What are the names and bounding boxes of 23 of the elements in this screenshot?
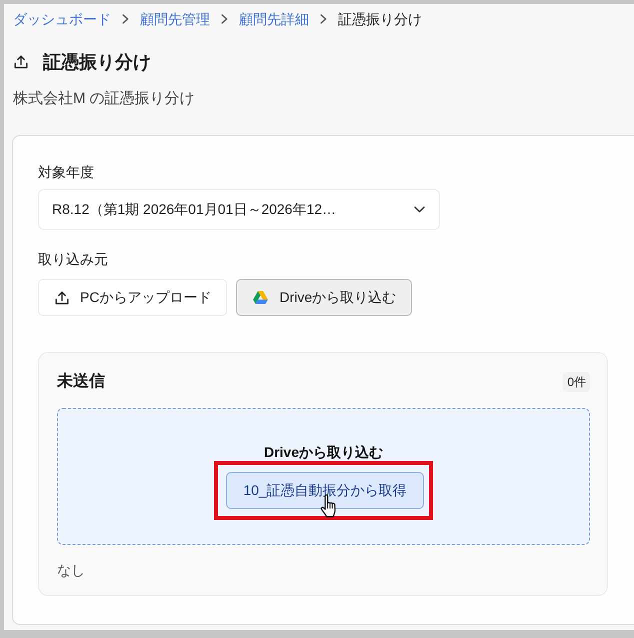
- empty-message: なし: [57, 561, 86, 580]
- triangle-logo-icon: [253, 291, 268, 304]
- field-label: 対象年度: [38, 163, 95, 182]
- panel-title: 未送信: [57, 372, 105, 392]
- breadcrumb-link[interactable]: 顧問先管理: [140, 9, 210, 29]
- drop-zone-title: Driveから取り込む: [264, 443, 384, 461]
- field-label: 取り込み元: [38, 250, 109, 269]
- page-subtitle: 株式会社M の証憑振り分け: [13, 89, 196, 109]
- fetch-button[interactable]: 10_証憑自動振分から取得: [226, 472, 424, 509]
- breadcrumb-link[interactable]: 顧問先詳細: [239, 9, 309, 29]
- chevron-right-icon: [221, 14, 228, 24]
- fiscal-year-select[interactable]: R8.12（第1期 2026年01月01日～2026年12…: [38, 189, 440, 230]
- breadcrumb-link[interactable]: ダッシュボード: [13, 9, 111, 29]
- chevron-right-icon: [122, 14, 129, 24]
- breadcrumb-current: 証憑振り分け: [338, 10, 422, 29]
- page-title: 証憑振り分け: [43, 51, 151, 74]
- upload-icon: [55, 290, 69, 304]
- count-badge: 0件: [563, 372, 590, 392]
- source-option-button[interactable]: Driveから取り込む: [236, 279, 412, 316]
- upload-icon: [14, 55, 28, 69]
- chevron-down-icon: [414, 206, 425, 213]
- source-option-button[interactable]: PCからアップロード: [38, 279, 228, 316]
- chevron-right-icon: [320, 14, 327, 24]
